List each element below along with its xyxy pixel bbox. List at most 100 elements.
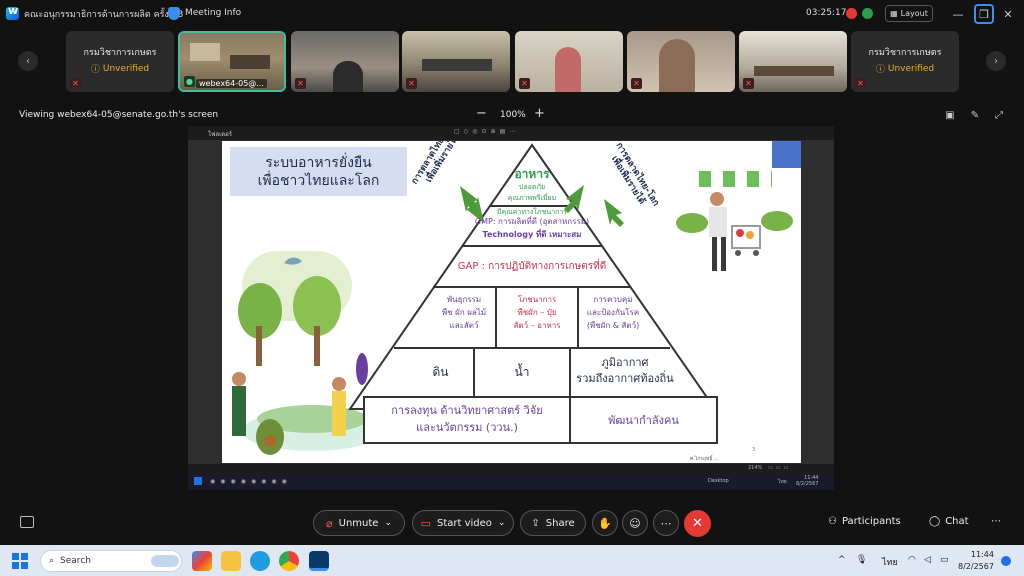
gap-line: GAP : การปฏิบัติทางการเกษตรที่ดี [457,261,607,272]
slide-page-number: 3 [752,447,756,453]
more-panels-icon[interactable]: ⋯ [991,516,1001,527]
notification-icon[interactable] [1001,556,1011,566]
minimize-icon[interactable]: — [948,4,968,24]
copilot-icon[interactable] [192,551,212,571]
inner-start-icon [194,477,202,485]
chevron-down-icon[interactable]: ⌄ [498,518,506,528]
pyramid-cell-soil: ดิน [432,365,449,379]
video-feed [627,31,735,92]
zoom-level[interactable]: 100% [500,110,526,120]
meeting-info-button[interactable]: Meeting Info [185,8,241,18]
chevron-down-icon[interactable]: ⌄ [384,518,392,528]
taskbar-clock[interactable]: 11:44 8/2/2567 [958,549,994,573]
layout-button[interactable]: ▦ Layout [885,5,933,22]
market-illustration [676,171,793,271]
restore-icon[interactable]: ❐ [974,4,994,24]
recording-icon[interactable] [846,8,857,19]
participants-icon: ⚇ [828,516,837,527]
inner-view-icons: ▭▭▭ [768,465,792,471]
search-placeholder: Search [60,556,91,566]
zoom-in-icon[interactable]: + [534,106,545,121]
participant-tile[interactable]: ✕ [515,31,623,92]
close-icon[interactable]: ✕ [998,4,1018,24]
title-bar: คณะอนุกรรมาธิการด้านการผลิต ครั้งที่ 3 M… [0,0,1024,28]
captions-icon[interactable] [20,516,34,528]
base-workforce: พัฒนากำลังคน [608,414,679,427]
connection-icon[interactable] [862,8,873,19]
fullscreen-icon[interactable]: ⤢ [992,108,1006,122]
chat-icon: ◯ [929,516,941,527]
chrome-icon[interactable] [279,551,299,571]
share-button[interactable]: ⇪ Share [520,510,586,536]
viewer-title: โฟลเดอร์ [208,131,232,138]
layout-label: Layout [900,9,928,18]
unverified-badge: ⓘ Unverified [875,63,935,76]
participant-tile[interactable]: ✕ [291,31,399,92]
warning-icon: ⓘ [90,65,100,75]
participant-strip: ‹ กรมวิชาการเกษตร ⓘ Unverified ✕ ● webex6… [0,29,1024,95]
pyramid-cell-nutrition: โภชนาการ พืชผัก – ปุ๋ย สัตว์ – อาหาร [513,295,561,330]
warning-icon: ⓘ [875,65,885,75]
participant-tile[interactable]: ✕ [627,31,735,92]
wifi-icon[interactable]: ◠ [908,555,916,565]
volume-icon[interactable]: ◁ [924,555,931,565]
participant-tile-active[interactable]: ● webex64-05@... [178,31,286,92]
participants-label: Participants [841,516,901,527]
viewer-statusbar: 214% ▭▭▭ [188,464,834,474]
inner-taskbar: ◉◉◉◉◉◉◉◉ Desktop ไทย 11:44 8/2/2567 [188,474,834,490]
participant-tile[interactable]: กรมวิชาการเกษตร ⓘ Unverified ✕ [66,31,174,92]
participant-tile[interactable]: ✕ [739,31,847,92]
inner-lang: ไทย [778,479,787,485]
meeting-timer: 03:25:17 [806,8,847,18]
strip-prev-icon[interactable]: ‹ [18,51,38,71]
share-icon: ⇪ [531,517,540,529]
video-off-icon: ▭ [420,516,431,530]
start-video-label: Start video [436,517,492,529]
more-options-icon[interactable]: ⋯ [653,510,679,536]
slide-title: ระบบอาหารยั่งยืน เพื่อชาวไทยและโลก [230,147,407,196]
unmute-label: Unmute [338,517,379,529]
participant-tile[interactable]: ✕ [402,31,510,92]
edge-icon[interactable] [250,551,270,571]
windows-start-icon[interactable] [12,553,28,569]
zoom-out-icon[interactable]: − [476,106,487,121]
pyramid-cell-genetics: พันธุกรรม พืช ผัก ผลไม้ และสัตว์ [441,295,487,330]
unmute-button[interactable]: ⌀ Unmute ⌄ [313,510,405,536]
file-explorer-icon[interactable] [221,551,241,571]
video-feed [515,31,623,92]
language-indicator[interactable]: ไทย [882,555,898,569]
webex-logo-icon [6,4,19,20]
battery-icon[interactable]: ▭ [940,555,949,565]
chat-button[interactable]: ◯ Chat [929,516,969,527]
search-highlight-icon [151,555,179,567]
viewer-tools-icon: ▢◇◎⊙⊕▤⋯ [454,128,520,135]
tray-expand-icon[interactable]: ^ [838,555,846,565]
start-video-button[interactable]: ▭ Start video ⌄ [412,510,514,536]
participant-name: กรมวิชาการเกษตร [83,48,157,58]
base-research: การลงทุน ด้านวิทยาศาสตร์ วิจัย และนวัตกรร… [391,404,543,434]
mic-muted-icon: ⌀ [326,516,333,530]
muted-icon: ✕ [743,78,754,89]
search-icon: ⌕ [49,556,55,566]
share-label: Share [545,517,575,529]
webex-taskbar-icon[interactable] [309,551,329,571]
annotate-icon[interactable]: ✎ [968,108,982,122]
pip-icon[interactable]: ▣ [943,108,957,122]
gmp-line1: GMP: การผลิตที่ดี (อุตสาหกรรม) [474,217,590,226]
mic-tray-icon[interactable]: 🎙 [856,555,867,565]
strip-next-icon[interactable]: › [986,51,1006,71]
participant-tile[interactable]: กรมวิชาการเกษตร ⓘ Unverified ✕ [851,31,959,92]
participants-button[interactable]: ⚇ Participants [828,516,901,527]
apex-line2: คุณภาพพรีเมี่ยม [507,194,557,202]
slide-corner-block [772,141,801,168]
meeting-title: คณะอนุกรรมาธิการด้านการผลิต ครั้งที่ 3 [24,10,184,20]
participant-name: กรมวิชาการเกษตร [868,48,942,58]
raise-hand-icon[interactable]: ✋ [592,510,618,536]
reactions-icon[interactable]: ☺ [622,510,648,536]
meeting-info-icon[interactable] [168,7,180,20]
chat-label: Chat [945,516,969,527]
muted-icon: ✕ [631,78,642,89]
leave-meeting-icon[interactable]: ✕ [684,510,711,537]
taskbar-search[interactable]: ⌕ Search [40,550,182,572]
video-feed [402,31,510,92]
